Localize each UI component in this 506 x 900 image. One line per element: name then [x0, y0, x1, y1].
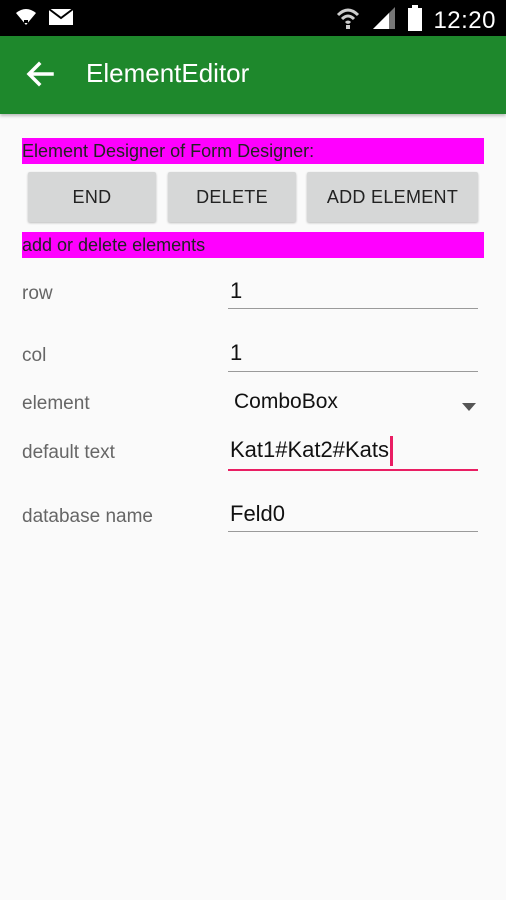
app-bar: ElementEditor: [0, 36, 506, 114]
default-text-underline: [228, 469, 478, 471]
wifi-signal-icon: [335, 5, 361, 36]
sub-banner: add or delete elements: [22, 232, 484, 258]
element-value: ComboBox: [234, 390, 338, 413]
dropdown-arrow-icon: [462, 398, 476, 416]
col-underline: [228, 371, 478, 372]
cell-signal-icon: [371, 5, 397, 36]
database-name-value: Feld0: [230, 501, 286, 526]
element-label: element: [22, 393, 90, 414]
row-underline: [228, 308, 478, 309]
col-field[interactable]: 1: [228, 340, 478, 374]
header-banner: Element Designer of Form Designer:: [22, 138, 484, 164]
arrow-back-icon[interactable]: [24, 58, 56, 90]
add-element-button[interactable]: ADD ELEMENT: [307, 172, 478, 222]
database-name-underline: [228, 531, 478, 532]
col-value: 1: [230, 340, 243, 365]
wifi-icon: [14, 7, 38, 32]
delete-button[interactable]: DELETE: [168, 172, 296, 222]
app-title: ElementEditor: [86, 58, 250, 88]
default-text-label: default text: [22, 442, 115, 463]
status-bar: 12:20: [0, 0, 506, 36]
row-value: 1: [230, 278, 243, 303]
end-button[interactable]: END: [28, 172, 156, 222]
row-field[interactable]: 1: [228, 278, 478, 312]
database-name-field[interactable]: Feld0: [228, 501, 478, 535]
status-time: 12:20: [433, 6, 496, 34]
element-select[interactable]: ComboBox: [228, 387, 482, 421]
default-text-field[interactable]: Kat1#Kat2#Kats: [228, 432, 478, 472]
col-label: col: [22, 345, 47, 366]
database-name-label: database name: [22, 506, 153, 527]
default-text-value: Kat1#Kat2#Kats: [230, 436, 390, 462]
mail-icon: [48, 7, 74, 32]
text-cursor: [390, 436, 394, 466]
row-label: row: [22, 283, 53, 304]
battery-icon: [407, 4, 423, 37]
